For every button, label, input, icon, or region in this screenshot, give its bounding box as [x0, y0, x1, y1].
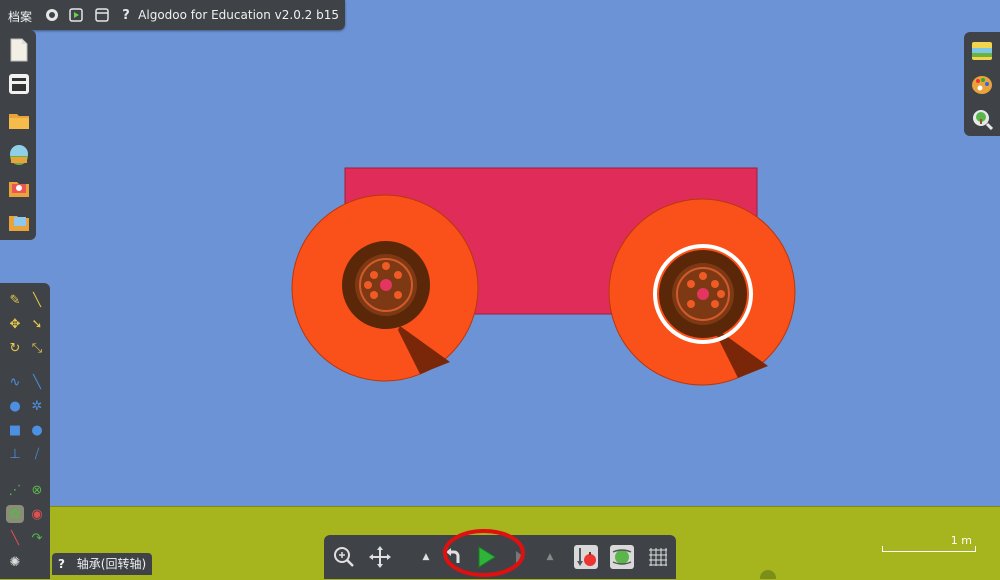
zoom-icon[interactable]	[332, 545, 356, 569]
app-title: Algodoo for Education v2.0.2 b15	[138, 8, 339, 22]
play-button[interactable]	[474, 545, 498, 569]
speed-up-arrow-icon[interactable]: ▲	[414, 545, 438, 569]
pan-icon[interactable]	[368, 545, 392, 569]
drag-tool[interactable]: ╲	[28, 291, 46, 309]
file-toolbar	[0, 30, 36, 240]
scene-window-icon[interactable]	[8, 72, 30, 96]
file-menu[interactable]: 档案	[8, 8, 32, 25]
circle-tool[interactable]: ●	[28, 421, 46, 439]
hinge-tool[interactable]: ✿	[6, 505, 24, 523]
chain-tool[interactable]: ⧸	[28, 445, 46, 463]
thruster-tool[interactable]: ◉	[28, 505, 46, 523]
gravity-icon[interactable]	[574, 545, 598, 569]
top-menu-bar: 档案 ? Algodoo for Education v2.0.2 b15	[0, 0, 345, 30]
air-icon[interactable]	[610, 545, 634, 569]
left-wheel[interactable]	[291, 194, 479, 382]
right-toolbar	[964, 32, 1000, 136]
sketch-tool[interactable]: ✎	[6, 291, 24, 309]
window-icon[interactable]	[94, 7, 110, 23]
move-tool[interactable]: ✥	[6, 315, 24, 333]
scene-gallery-icon[interactable]	[8, 176, 30, 200]
fixate-tool[interactable]: ⊗	[28, 481, 46, 499]
zoom-tree-icon[interactable]	[971, 108, 993, 130]
visualization-icon[interactable]	[971, 40, 993, 62]
tools-toolbar: ✎ ╲ ✥ ➘ ↻ ⤡ ∿ ╲ ● ✲ ■ ● ⊥ ⧸ ⋰ ⊗ ✿ ◉ ╲ ↷ …	[0, 283, 50, 579]
save-folder-icon[interactable]	[8, 210, 30, 234]
new-scene-icon[interactable]	[8, 38, 30, 62]
rope-tool[interactable]: ∿	[6, 373, 24, 391]
grid-icon[interactable]	[646, 545, 670, 569]
ground-hinge-marker	[760, 570, 776, 579]
scale-tool[interactable]: ⤡	[28, 339, 46, 357]
phunlet-icon[interactable]	[8, 142, 30, 166]
spring-tool[interactable]: ⋰	[6, 481, 24, 499]
box-tool[interactable]: ■	[6, 421, 24, 439]
laser-tool[interactable]: ↷	[28, 529, 46, 547]
tracer-tool[interactable]: ╲	[6, 529, 24, 547]
rotate-tool[interactable]: ↻	[6, 339, 24, 357]
material-palette-icon[interactable]	[971, 74, 993, 96]
gear-tool[interactable]: ✲	[28, 397, 46, 415]
help-icon: ?	[58, 557, 65, 571]
knife-tool[interactable]: ╲	[28, 373, 46, 391]
tooltip-text: 轴承(回转轴)	[76, 557, 147, 571]
simulation-toolbar: ▲ ▲	[324, 535, 676, 579]
undo-icon[interactable]	[442, 545, 466, 569]
plane-tool[interactable]: ⊥	[6, 445, 24, 463]
gear-icon[interactable]	[44, 7, 60, 23]
open-folder-icon[interactable]	[8, 108, 30, 132]
right-wheel[interactable]	[608, 198, 796, 386]
scene-objects	[291, 167, 796, 579]
help-icon[interactable]: ?	[118, 7, 134, 23]
chaos-tool[interactable]: ✺	[6, 553, 24, 571]
speed-down-arrow-icon[interactable]: ▲	[538, 545, 562, 569]
play-square-icon[interactable]	[68, 7, 84, 23]
redo-icon[interactable]	[508, 545, 532, 569]
brush-tool[interactable]: ●	[6, 397, 24, 415]
tool-tooltip: ? 轴承(回转轴)	[52, 553, 153, 575]
scale-label: 1 m	[950, 534, 972, 547]
cut-tool[interactable]: ➘	[28, 315, 46, 333]
scale-bar: 1 m	[880, 534, 976, 554]
